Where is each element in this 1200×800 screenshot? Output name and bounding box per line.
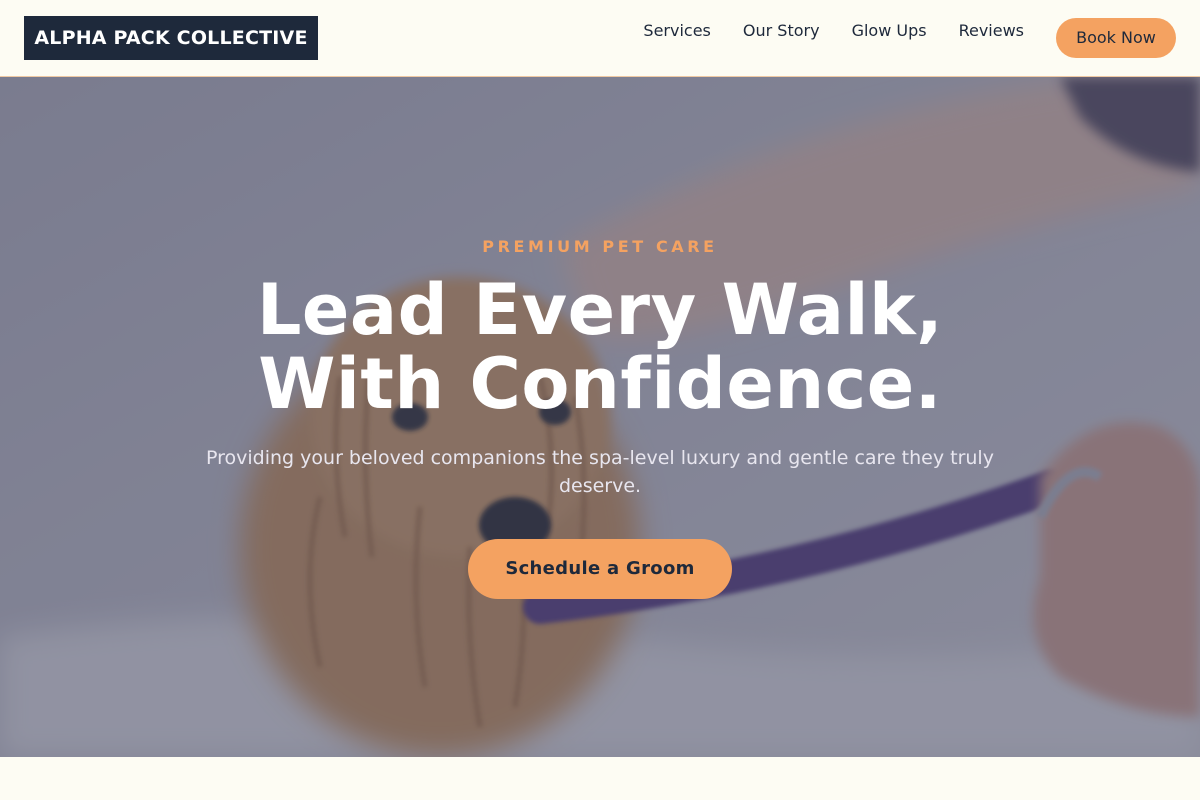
hero-section: PREMIUM PET CARE Lead Every Walk, With C…: [0, 77, 1200, 757]
nav-link-reviews[interactable]: Reviews: [959, 21, 1024, 40]
nav-link-services[interactable]: Services: [643, 21, 710, 40]
hero-subtext: Providing your beloved companions the sp…: [206, 447, 994, 497]
nav-link-glow-ups[interactable]: Glow Ups: [852, 21, 927, 40]
next-section: [0, 757, 1200, 800]
hero-headline-line-2: With Confidence.: [258, 343, 942, 425]
hero-headline-line-1: Lead Every Walk,: [256, 269, 944, 351]
brand-logo[interactable]: ALPHA PACK COLLECTIVE: [24, 16, 318, 60]
nav-link-our-story[interactable]: Our Story: [743, 21, 820, 40]
main-nav: Services Our Story Glow Ups Reviews Book…: [643, 0, 1176, 76]
schedule-groom-button[interactable]: Schedule a Groom: [468, 539, 732, 599]
hero-eyebrow: PREMIUM PET CARE: [482, 237, 718, 256]
site-header: ALPHA PACK COLLECTIVE Services Our Story…: [0, 0, 1200, 77]
hero-content: PREMIUM PET CARE Lead Every Walk, With C…: [0, 77, 1200, 757]
book-now-button[interactable]: Book Now: [1056, 18, 1176, 58]
hero-headline: Lead Every Walk, With Confidence.: [0, 273, 1200, 421]
